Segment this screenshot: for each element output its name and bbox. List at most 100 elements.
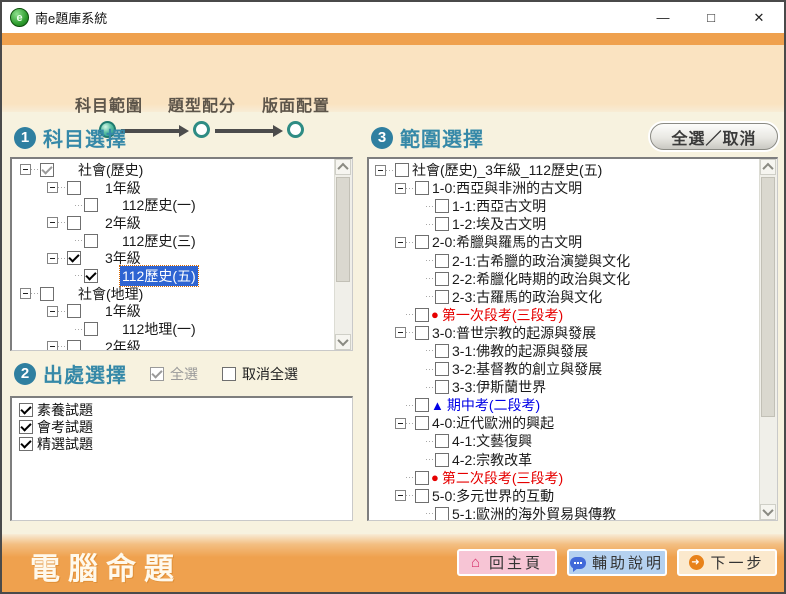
select-all-toggle-button[interactable]: 全選／取消 <box>650 123 778 150</box>
tree-node-label[interactable]: 3-0:普世宗教的起源與發展 <box>430 323 598 343</box>
tree-expander-icon[interactable] <box>395 237 406 248</box>
tree-node-label[interactable]: 第二次段考(三段考) <box>440 468 565 488</box>
tree-checkbox[interactable] <box>84 322 98 336</box>
tree-checkbox[interactable] <box>415 235 429 249</box>
tree-connector-icon <box>75 205 82 206</box>
tree-checkbox[interactable] <box>435 453 449 467</box>
tree-node-label[interactable]: 4-0:近代歐洲的興起 <box>430 413 556 433</box>
tree-expander-icon[interactable] <box>47 306 58 317</box>
tree-row: 5-1:歐洲的海外貿易與傳教 <box>371 505 760 521</box>
tree-node-label[interactable]: 2-2:希臘化時期的政治與文化 <box>450 269 632 289</box>
tree-node-label[interactable]: 5-0:多元世界的互動 <box>430 486 556 506</box>
scrollbar-thumb[interactable] <box>336 177 350 282</box>
tree-checkbox[interactable] <box>435 254 449 268</box>
tree-node-label[interactable]: 1-0:西亞與非洲的古文明 <box>430 178 584 198</box>
tree-checkbox[interactable] <box>435 380 449 394</box>
tree-row: 1年級 <box>14 303 335 321</box>
tree-connector-icon <box>426 441 433 442</box>
tree-node-label[interactable]: 第一次段考(三段考) <box>440 305 565 325</box>
tree-checkbox[interactable] <box>84 198 98 212</box>
tree-checkbox[interactable] <box>435 290 449 304</box>
tree-checkbox[interactable] <box>415 398 429 412</box>
tree-node-label[interactable]: 3-1:佛教的起源與發展 <box>450 341 590 361</box>
subject-tree-scrollbar[interactable] <box>334 159 352 350</box>
tree-node-label[interactable]: 期中考(二段考) <box>445 395 542 415</box>
source-item-checkbox[interactable] <box>19 420 33 434</box>
tree-node-label[interactable]: 2-1:古希臘的政治演變與文化 <box>450 251 632 271</box>
tree-checkbox[interactable] <box>67 216 81 230</box>
tree-expander-icon[interactable] <box>47 217 58 228</box>
tree-connector-icon <box>426 260 433 261</box>
tree-checkbox[interactable] <box>415 308 429 322</box>
tree-expander-icon[interactable] <box>395 418 406 429</box>
help-button[interactable]: 輔助說明 <box>567 549 667 576</box>
tree-checkbox[interactable] <box>84 269 98 283</box>
tree-checkbox[interactable] <box>84 234 98 248</box>
tree-node-label[interactable]: 4-1:文藝復興 <box>450 431 534 451</box>
maximize-button[interactable]: □ <box>700 11 722 24</box>
tree-checkbox[interactable] <box>40 287 54 301</box>
tree-node-label[interactable]: 3-3:伊斯蘭世界 <box>450 377 548 397</box>
tree-expander-icon[interactable] <box>375 165 386 176</box>
tree-connector-icon <box>58 187 65 188</box>
tree-node-label[interactable]: 5-1:歐洲的海外貿易與傳教 <box>450 504 618 521</box>
tree-checkbox[interactable] <box>435 507 449 521</box>
tree-checkbox[interactable] <box>435 344 449 358</box>
tree-checkbox[interactable] <box>395 163 409 177</box>
tree-connector-icon <box>406 242 413 243</box>
tree-node-label[interactable]: 2-3:古羅馬的政治與文化 <box>450 287 604 307</box>
source-item-checkbox[interactable] <box>19 403 33 417</box>
tree-expander-icon[interactable] <box>47 341 58 351</box>
tree-checkbox[interactable] <box>67 251 81 265</box>
tree-node-label[interactable]: 1-2:埃及古文明 <box>450 214 548 234</box>
scope-section-header: 3 範圍選擇 <box>371 123 484 152</box>
minimize-button[interactable]: — <box>652 11 674 24</box>
tree-checkbox[interactable] <box>435 362 449 376</box>
scroll-down-icon[interactable] <box>335 334 351 350</box>
scroll-down-icon[interactable] <box>760 504 776 520</box>
tree-expander-icon[interactable] <box>20 164 31 175</box>
tree-checkbox[interactable] <box>435 272 449 286</box>
tree-node-label[interactable]: 3-2:基督教的創立與發展 <box>450 359 604 379</box>
arrow-circle-icon: ➜ <box>689 555 704 570</box>
tree-checkbox[interactable] <box>435 199 449 213</box>
tree-checkbox[interactable] <box>67 181 81 195</box>
tree-checkbox[interactable] <box>67 340 81 351</box>
tree-checkbox[interactable] <box>415 181 429 195</box>
source-item-checkbox[interactable] <box>19 437 33 451</box>
tree-checkbox[interactable] <box>415 471 429 485</box>
close-button[interactable]: ✕ <box>748 11 770 24</box>
tree-checkbox[interactable] <box>415 326 429 340</box>
tree-expander-icon[interactable] <box>47 253 58 264</box>
scroll-up-icon[interactable] <box>760 159 776 175</box>
tree-node-label[interactable]: 2-0:希臘與羅馬的古文明 <box>430 232 584 252</box>
source-list-item[interactable]: 素養試題 <box>14 401 350 418</box>
tree-checkbox[interactable] <box>40 163 54 177</box>
tree-checkbox[interactable] <box>67 304 81 318</box>
scrollbar-thumb[interactable] <box>761 177 775 417</box>
deselect-all-checkbox[interactable] <box>222 367 236 381</box>
tree-checkbox[interactable] <box>415 416 429 430</box>
tree-expander-icon[interactable] <box>395 327 406 338</box>
next-step-button[interactable]: ➜ 下一步 <box>677 549 777 576</box>
tree-node-label[interactable]: 4-2:宗教改革 <box>450 450 534 470</box>
source-list-item[interactable]: 精選試題 <box>14 435 350 452</box>
tree-checkbox[interactable] <box>435 434 449 448</box>
tree-node-label[interactable]: 1-1:西亞古文明 <box>450 196 548 216</box>
tree-node-label[interactable]: 社會(歷史)_3年級_112歷史(五) <box>410 160 604 180</box>
tree-checkbox[interactable] <box>435 217 449 231</box>
tree-expander-icon[interactable] <box>20 288 31 299</box>
tree-expander-icon[interactable] <box>395 183 406 194</box>
tree-checkbox[interactable] <box>415 489 429 503</box>
tree-expander-icon[interactable] <box>395 490 406 501</box>
tree-row: ▲期中考(二段考) <box>371 396 760 414</box>
scroll-up-icon[interactable] <box>335 159 351 175</box>
tree-row: 3-2:基督教的創立與發展 <box>371 360 760 378</box>
home-button[interactable]: ⌂ 回主頁 <box>457 549 557 576</box>
scope-section-title: 範圍選擇 <box>400 123 484 152</box>
scope-tree-scrollbar[interactable] <box>759 159 777 520</box>
tree-node-label[interactable]: 2年級 <box>103 337 143 351</box>
tree-expander-icon[interactable] <box>47 182 58 193</box>
source-list-item[interactable]: 會考試題 <box>14 418 350 435</box>
select-all-checkbox[interactable] <box>150 367 164 381</box>
